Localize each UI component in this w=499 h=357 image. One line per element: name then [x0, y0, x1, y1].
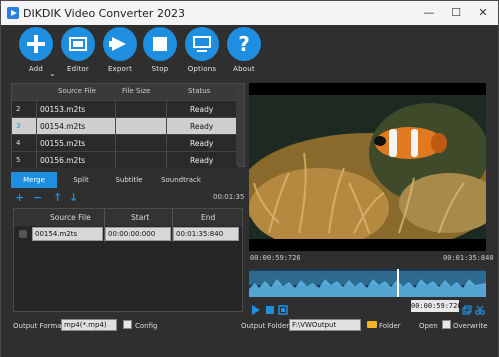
file-table: Source File File Size Status 2 00153.m2t… [11, 83, 245, 169]
folder-button[interactable]: Folder [379, 322, 401, 330]
waveform-thumbnails [249, 269, 486, 297]
file-name: 00155.m2ts [40, 139, 86, 148]
file-row-selected[interactable]: 3 00154.m2ts Ready [12, 117, 238, 135]
move-up-icon[interactable]: ↑ [53, 191, 62, 204]
current-time: 00:00:59:726 [250, 254, 301, 262]
question-icon: ? [238, 32, 250, 56]
file-table-header: Source File File Size Status [12, 84, 238, 100]
segment-row-checkbox[interactable] [19, 230, 27, 238]
clownfish-frame-image [249, 83, 486, 251]
col-end: End [201, 213, 216, 222]
segment-table-header: Source File Start End [14, 209, 242, 226]
tab-split[interactable]: Split [61, 172, 101, 188]
about-button[interactable]: ? About [219, 25, 269, 73]
add-segment-icon[interactable]: + [15, 191, 24, 204]
col-file-size[interactable]: File Size [122, 87, 150, 95]
col-status[interactable]: Status [188, 87, 210, 95]
toolbar: Add ⌄ Editor Export Stop Options ? About [1, 25, 498, 81]
stop-icon [266, 306, 274, 314]
segment-row[interactable]: 00154.m2ts 00:00:00:000 00:01:35:840 [14, 226, 242, 242]
video-preview[interactable] [249, 83, 486, 251]
title-bar: DIKDIK Video Converter 2023 — ☐ ✕ [1, 1, 498, 25]
app-window: DIKDIK Video Converter 2023 — ☐ ✕ Add ⌄ … [0, 0, 499, 357]
open-button[interactable]: Open [419, 322, 438, 330]
file-row[interactable]: 5 00156.m2ts Ready [12, 151, 238, 169]
film-icon [69, 37, 87, 51]
minimize-button[interactable]: — [419, 5, 439, 21]
file-name: 00154.m2ts [40, 122, 86, 131]
file-name: 00156.m2ts [40, 156, 86, 165]
output-folder-input[interactable]: F:\VWOutput [289, 319, 361, 331]
app-logo-icon [7, 7, 19, 19]
copy-icon [462, 305, 472, 315]
row-number: 5 [16, 156, 21, 164]
timeline-track[interactable] [249, 269, 486, 297]
output-format-label: Output Format [13, 322, 65, 330]
output-bar: Output Format mp4(*.mp4) Config Output F… [1, 317, 498, 357]
maximize-button[interactable]: ☐ [446, 5, 466, 21]
merge-duration: 00:01:35 [213, 193, 245, 201]
file-row[interactable]: 4 00155.m2ts Ready [12, 134, 238, 152]
file-status: Ready [190, 122, 214, 131]
output-format-select[interactable]: mp4(*.mp4) [61, 319, 117, 331]
file-status: Ready [190, 139, 214, 148]
overwrite-checkbox[interactable] [442, 320, 451, 329]
remove-segment-icon[interactable]: − [33, 191, 42, 204]
scissors-icon [475, 305, 485, 315]
row-number: 3 [16, 122, 21, 130]
segment-start[interactable]: 00:00:00:000 [105, 227, 171, 241]
tab-subtitle[interactable]: Subtitle [107, 172, 151, 188]
row-number: 2 [16, 105, 21, 113]
play-icon [252, 305, 260, 315]
col-source-file[interactable]: Source File [58, 87, 96, 95]
overwrite-label: Overwrite [453, 322, 488, 330]
tab-soundtrack[interactable]: Soundtrack [153, 172, 209, 188]
row-number: 4 [16, 139, 21, 147]
file-row[interactable]: 2 00153.m2ts Ready [12, 100, 238, 118]
config-label[interactable]: Config [135, 322, 157, 330]
segment-table: Source File Start End 00154.m2ts 00:00:0… [13, 208, 243, 312]
segment-end[interactable]: 00:01:35:840 [173, 227, 239, 241]
close-button[interactable]: ✕ [473, 5, 493, 21]
file-status: Ready [190, 105, 214, 114]
file-status: Ready [190, 156, 214, 165]
expand-icon [278, 305, 288, 315]
end-time: 00:01:35:840 [443, 254, 494, 262]
window-title: DIKDIK Video Converter 2023 [23, 7, 185, 20]
col-source-file: Source File [50, 213, 91, 222]
monitor-icon [193, 36, 211, 48]
tab-merge[interactable]: Merge [11, 172, 57, 188]
tab-bar: Merge Split Subtitle Soundtrack [11, 172, 245, 188]
position-time-box[interactable]: 00:00:59:726 [411, 300, 462, 312]
file-table-scrollbar[interactable] [236, 84, 244, 166]
config-checkbox[interactable] [123, 320, 132, 329]
output-folder-label: Output Folder [241, 322, 290, 330]
col-start: Start [131, 213, 150, 222]
file-name: 00153.m2ts [40, 105, 86, 114]
segment-file: 00154.m2ts [32, 227, 103, 241]
about-label: About [233, 65, 255, 73]
move-down-icon[interactable]: ↓ [69, 191, 78, 204]
arrow-right-icon [112, 37, 126, 51]
folder-icon[interactable] [367, 321, 377, 328]
stop-icon [153, 37, 167, 51]
